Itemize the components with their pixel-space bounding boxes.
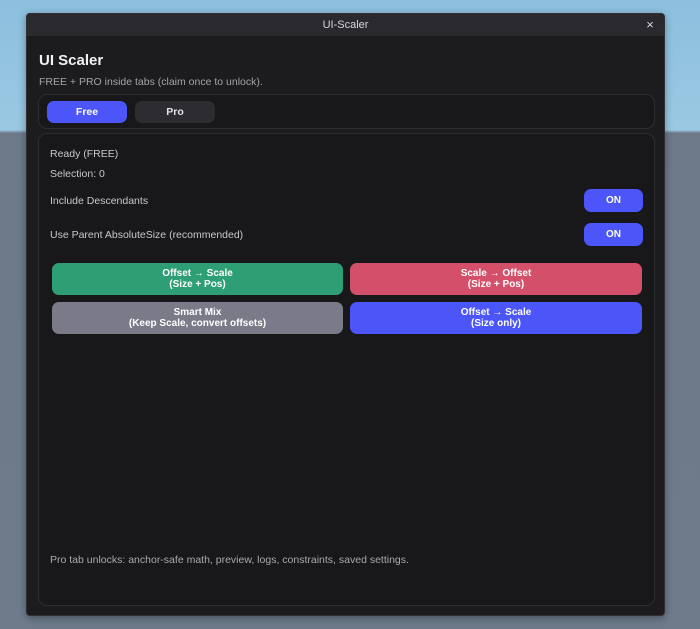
offset-to-scale-size-pos-button[interactable]: Offset → Scale (Size + Pos) xyxy=(52,263,343,295)
scale-to-offset-size-pos-button[interactable]: Scale → Offset (Size + Pos) xyxy=(350,263,642,295)
close-icon[interactable]: × xyxy=(642,17,658,33)
include-descendants-toggle[interactable]: ON xyxy=(584,189,643,212)
offset-to-scale-size-only-button[interactable]: Offset → Scale (Size only) xyxy=(350,302,642,334)
button-line2: (Keep Scale, convert offsets) xyxy=(128,318,267,329)
page-title: UI Scaler xyxy=(39,52,104,69)
title-bar[interactable]: UI-Scaler × xyxy=(27,14,664,37)
window-title: UI-Scaler xyxy=(322,19,369,31)
include-descendants-label: Include Descendants xyxy=(50,195,149,207)
button-line1: Smart Mix xyxy=(173,306,222,318)
button-line1: Offset → Scale xyxy=(162,267,233,279)
page-subtitle: FREE + PRO inside tabs (claim once to un… xyxy=(39,76,263,88)
content-panel: Ready (FREE) Selection: 0 Include Descen… xyxy=(38,133,655,606)
button-line2: (Size only) xyxy=(470,318,521,329)
button-line1: Scale → Offset xyxy=(460,267,532,279)
tab-free[interactable]: Free xyxy=(47,101,127,123)
use-parent-absolutesize-toggle[interactable]: ON xyxy=(584,223,643,246)
smart-mix-button[interactable]: Smart Mix (Keep Scale, convert offsets) xyxy=(52,302,343,334)
tab-pro[interactable]: Pro xyxy=(135,101,215,123)
tab-bar: Free Pro xyxy=(38,94,655,129)
use-parent-absolutesize-label: Use Parent AbsoluteSize (recommended) xyxy=(50,229,244,241)
pro-unlock-note: Pro tab unlocks: anchor-safe math, previ… xyxy=(50,554,409,566)
status-text: Ready (FREE) xyxy=(50,148,119,160)
ui-scaler-window: UI-Scaler × UI Scaler FREE + PRO inside … xyxy=(26,13,665,616)
button-line2: (Size + Pos) xyxy=(169,279,226,290)
selection-count: Selection: 0 xyxy=(50,168,105,180)
button-line1: Offset → Scale xyxy=(460,306,532,318)
button-line2: (Size + Pos) xyxy=(467,279,525,290)
